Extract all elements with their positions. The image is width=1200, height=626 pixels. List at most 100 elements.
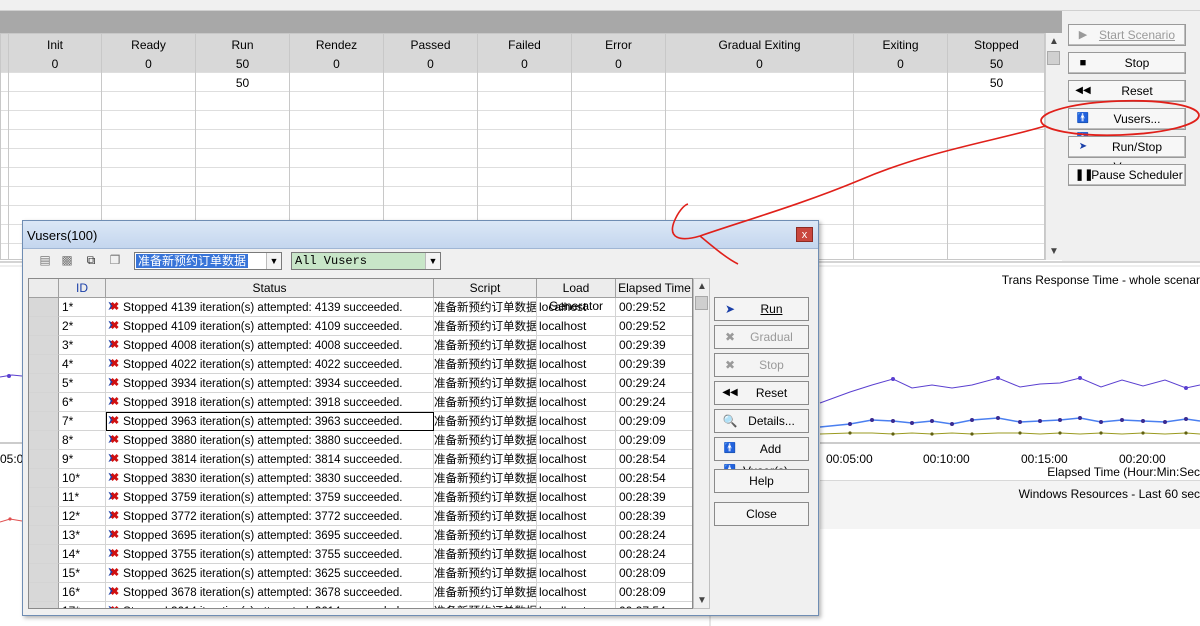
table-row[interactable]: 8* ➤ ✖ Stopped 3880 iteration(s) attempted:… [29, 431, 692, 450]
vuser-status: ➤ ✖ Stopped 3755 iteration(s) attempted: 3… [106, 545, 434, 564]
scroll-down-icon[interactable]: ▼ [694, 595, 710, 606]
stopped-vuser-icon: ➤✖ [107, 488, 120, 504]
vuser-script: 准备新预约订单数据 [434, 602, 537, 608]
scroll-down-icon[interactable]: ▼ [1046, 246, 1062, 257]
status-grid-scrollbar[interactable]: ▲ ▼ [1045, 33, 1062, 260]
row-selector[interactable] [29, 507, 59, 526]
vuser-load-generator: localhost [537, 317, 616, 336]
reset-vuser-button[interactable]: ◀◀ Reset [714, 381, 809, 405]
vuser-status: ➤✖Stopped 3614 iteration(s) attempted: 3… [106, 602, 434, 608]
details-button[interactable]: 🔍 Details... [714, 409, 809, 433]
row-selector[interactable] [29, 526, 59, 545]
stopped-vuser-icon: ➤✖ [107, 469, 120, 485]
row-selector[interactable] [29, 317, 59, 336]
stop-scenario-button[interactable]: ■ Stop [1068, 52, 1186, 74]
row-selector[interactable] [29, 602, 59, 608]
column-header-status[interactable]: Status [106, 279, 434, 298]
run-vuser-button[interactable]: ➤ Run [714, 297, 809, 321]
row-selector[interactable] [29, 488, 59, 507]
column-header-id[interactable]: ID [59, 279, 106, 298]
status-state: Stopped [123, 585, 168, 599]
gradual-stop-button[interactable]: ✖ Gradual Stop [714, 325, 809, 366]
row-selector[interactable] [29, 469, 59, 488]
filter-icon[interactable]: ❒ [107, 253, 123, 269]
dialog-titlebar[interactable]: Vusers(100) x [23, 221, 818, 249]
row-selector[interactable] [29, 374, 59, 393]
table-row[interactable]: 2* ➤ ✖ Stopped 4109 iteration(s) attempted:… [29, 317, 692, 336]
vusers-button[interactable]: 🚹🚹 Vusers... [1068, 108, 1186, 144]
table-row[interactable]: 4* ➤ ✖ Stopped 4022 iteration(s) attempted:… [29, 355, 692, 374]
dialog-title: Vusers(100) [27, 228, 98, 243]
table-row[interactable]: 12* ➤ ✖ Stopped 3772 iteration(s) attempted… [29, 507, 692, 526]
vuser-id: 11* [59, 488, 106, 507]
row-selector[interactable] [29, 393, 59, 412]
copy-icon[interactable]: ⧉ [83, 253, 99, 269]
table-row[interactable]: 15* ➤ ✖ Stopped 3625 iteration(s) attempted… [29, 564, 692, 583]
vuser-elapsed-time: 00:28:09 [616, 564, 692, 583]
vuser-elapsed-time: 00:27:54 [616, 602, 692, 608]
table-row[interactable]: 3* ➤ ✖ Stopped 4008 iteration(s) attempted:… [29, 336, 692, 355]
table-row[interactable]: 17*➤✖Stopped 3614 iteration(s) attempted… [29, 602, 692, 608]
table-row[interactable]: 7* ➤ ✖ Stopped 3963 iteration(s) attempted:… [29, 412, 692, 431]
column-header-load-generator[interactable]: Load Generator [537, 279, 616, 313]
vuser-script: 准备新预约订单数据 [434, 545, 537, 564]
row-selector[interactable] [29, 336, 59, 355]
status-column: Exiting 0 [854, 34, 948, 259]
row-selector[interactable] [29, 298, 59, 317]
vuser-elapsed-time: 00:29:24 [616, 393, 692, 412]
status-column-value: 0 [756, 57, 763, 71]
close-icon[interactable]: x [796, 227, 813, 242]
vuser-script: 准备新预约订单数据 [434, 336, 537, 355]
group-filter-dropdown[interactable]: 准备新预约订单数据 ▼ [134, 252, 282, 270]
vuser-load-generator: localhost [537, 393, 616, 412]
status-detail: 4109 iteration(s) attempted: 4109 succee… [171, 321, 403, 333]
row-selector[interactable] [29, 583, 59, 602]
row-selector[interactable] [29, 355, 59, 374]
column-header-script[interactable]: Script [434, 279, 537, 298]
help-button[interactable]: Help [714, 469, 809, 493]
stopped-vuser-icon: ➤✖ [107, 526, 120, 542]
status-state: Stopped [123, 452, 168, 466]
status-state: Stopped [123, 300, 168, 314]
row-selector[interactable] [29, 545, 59, 564]
pause-scheduler-button[interactable]: ❚❚ Pause Scheduler [1068, 164, 1186, 186]
table-row[interactable]: 13* ➤ ✖ Stopped 3695 iteration(s) attempted… [29, 526, 692, 545]
start-scenario-button[interactable]: ▶ Start Scenario [1068, 24, 1186, 46]
table-row[interactable]: 6* ➤ ✖ Stopped 3918 iteration(s) attempted:… [29, 393, 692, 412]
table-row[interactable]: 9* ➤ ✖ Stopped 3814 iteration(s) attempted:… [29, 450, 692, 469]
row-selector[interactable] [29, 564, 59, 583]
status-column-value: 0 [427, 57, 434, 71]
row-selector[interactable] [29, 450, 59, 469]
x-tick: 00:10:00 [923, 452, 970, 466]
scenario-control-panel: ▶ Start Scenario ■ Stop ◀◀ Reset 🚹🚹 Vuse… [1062, 11, 1200, 261]
vuser-filter-dropdown[interactable]: All Vusers ▼ [291, 252, 441, 270]
chevron-down-icon[interactable]: ▼ [266, 253, 281, 269]
stop-vuser-button[interactable]: ✖ Stop [714, 353, 809, 377]
hide-log-icon[interactable]: ▩ [59, 253, 75, 269]
add-vusers-button[interactable]: 🚹🚹 Add Vuser(s)... [714, 437, 809, 478]
vuser-elapsed-time: 00:28:24 [616, 545, 692, 564]
scroll-up-icon[interactable]: ▲ [694, 281, 710, 292]
show-log-icon[interactable]: ▤ [37, 253, 53, 269]
close-dialog-button[interactable]: Close [714, 502, 809, 526]
row-selector[interactable] [29, 412, 59, 431]
scroll-thumb[interactable] [695, 296, 708, 310]
table-row[interactable]: 5* ➤ ✖ Stopped 3934 iteration(s) attempted:… [29, 374, 692, 393]
run-stop-vusers-button[interactable]: ➤ Run/Stop Vusers... [1068, 136, 1186, 174]
table-row[interactable]: 10* ➤ ✖ Stopped 3830 iteration(s) attempted… [29, 469, 692, 488]
column-header-elapsed-time[interactable]: Elapsed Time [616, 279, 692, 298]
scroll-up-icon[interactable]: ▲ [1046, 36, 1062, 47]
chevron-down-icon[interactable]: ▼ [425, 253, 440, 269]
table-row[interactable]: 14* ➤ ✖ Stopped 3755 iteration(s) attempted… [29, 545, 692, 564]
status-state: Stopped [123, 376, 168, 390]
table-row[interactable]: 1* ➤ ✖ Stopped 4139 iteration(s) attempted:… [29, 298, 692, 317]
table-row[interactable]: 16* ➤ ✖ Stopped 3678 iteration(s) attempted… [29, 583, 692, 602]
vusers-table-scrollbar[interactable]: ▲ ▼ [693, 278, 710, 609]
table-row[interactable]: 11* ➤ ✖ Stopped 3759 iteration(s) attempted… [29, 488, 692, 507]
reset-scenario-button[interactable]: ◀◀ Reset [1068, 80, 1186, 102]
stopped-vuser-icon: ➤✖ [107, 450, 120, 466]
vuser-status: ➤ ✖ Stopped 4109 iteration(s) attempted: 4… [106, 317, 434, 336]
vuser-elapsed-time: 00:29:09 [616, 431, 692, 450]
row-selector[interactable] [29, 431, 59, 450]
status-column-name: Error [605, 38, 632, 52]
